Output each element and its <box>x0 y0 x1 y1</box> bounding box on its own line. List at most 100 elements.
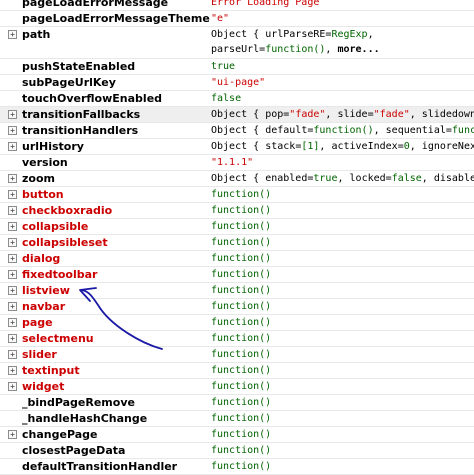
property-row[interactable]: + listview function() <box>0 283 474 299</box>
object-prop-value: function() <box>451 125 474 136</box>
property-value: Object { pop="fade", slide="fade", slide… <box>211 109 474 120</box>
plus-box-icon[interactable]: + <box>8 382 17 391</box>
property-key[interactable]: urlHistory <box>22 139 84 154</box>
property-key[interactable]: dialog <box>22 251 60 266</box>
property-row: subPageUrlKey "ui-page" <box>0 75 474 91</box>
object-prop-key: ignoreNextHashCh <box>421 141 474 152</box>
property-row[interactable]: + transitionHandlers Object { default=func… <box>0 123 474 139</box>
object-prefix: Object { <box>211 173 260 184</box>
property-value: function() <box>211 189 272 200</box>
property-value: "ui-page" <box>211 77 266 88</box>
plus-box-icon[interactable]: + <box>8 318 17 327</box>
object-prefix: Object { <box>211 29 260 40</box>
property-key: version <box>22 156 68 169</box>
plus-box-icon[interactable]: + <box>8 206 17 215</box>
more-link[interactable]: more... <box>337 44 379 55</box>
property-key[interactable]: navbar <box>22 299 65 314</box>
property-row[interactable]: + button function() <box>0 187 474 203</box>
property-key[interactable]: selectmenu <box>22 331 94 346</box>
property-row[interactable]: + zoom Object { enabled=true, locked=false… <box>0 171 474 187</box>
plus-box-icon[interactable]: + <box>8 190 17 199</box>
plus-box-icon[interactable]: + <box>8 126 17 135</box>
property-row[interactable]: + navbar function() <box>0 299 474 315</box>
property-key[interactable]: collapsibleset <box>22 235 108 250</box>
property-row[interactable]: + checkboxradio function() <box>0 203 474 219</box>
property-key[interactable]: zoom <box>22 171 55 186</box>
plus-box-icon[interactable]: + <box>8 238 17 247</box>
object-prop-key: parseUrl <box>211 44 260 55</box>
property-row[interactable]: + path Object { urlParseRE=RegExp, parseUr… <box>0 27 474 59</box>
property-row[interactable]: + slider function() <box>0 347 474 363</box>
property-key[interactable]: transitionFallbacks <box>22 107 140 122</box>
plus-box-icon[interactable]: + <box>8 366 17 375</box>
plus-box-icon[interactable]: + <box>8 334 17 343</box>
property-key: pushStateEnabled <box>22 60 136 73</box>
property-row[interactable]: + page function() <box>0 315 474 331</box>
object-prefix: Object { <box>211 141 260 152</box>
property-row[interactable]: + transitionFallbacks Object { pop="fade",… <box>0 107 474 123</box>
object-prop-key: slidedown <box>421 109 474 120</box>
property-value: false <box>211 93 242 104</box>
property-value: function() <box>211 381 272 392</box>
property-value: Object { default=function(), sequential=… <box>211 123 474 138</box>
property-key[interactable]: transitionHandlers <box>22 123 138 138</box>
property-row[interactable]: + changePage function() <box>0 427 474 443</box>
property-value: function() <box>211 253 272 264</box>
property-key: _handleHashChange <box>22 412 148 425</box>
property-row[interactable]: + collapsible function() <box>0 219 474 235</box>
property-row: pushStateEnabled true <box>0 59 474 75</box>
plus-box-icon[interactable]: + <box>8 302 17 311</box>
property-row[interactable]: + dialog function() <box>0 251 474 267</box>
object-prop-value: 0 <box>403 141 410 152</box>
property-key[interactable]: widget <box>22 379 64 394</box>
property-row: pageLoadErrorMessage Error Loading Page <box>0 0 474 11</box>
property-row[interactable]: + fixedtoolbar function() <box>0 267 474 283</box>
plus-box-icon[interactable]: + <box>8 222 17 231</box>
property-key[interactable]: fixedtoolbar <box>22 267 97 282</box>
object-prop-key: sequential <box>385 125 446 136</box>
plus-box-icon[interactable]: + <box>8 142 17 151</box>
plus-box-icon[interactable]: + <box>8 174 17 183</box>
object-prop-key: enabled <box>265 173 308 184</box>
property-key: pageLoadErrorMessage <box>22 0 169 9</box>
property-value: Error Loading Page <box>211 0 320 8</box>
property-row[interactable]: + urlHistory Object { stack=[1], activeInd… <box>0 139 474 155</box>
plus-box-icon[interactable]: + <box>8 286 17 295</box>
property-value: Object { urlParseRE=RegExp, parseUrl=fun… <box>211 29 380 55</box>
object-prop-key: locked <box>349 173 386 184</box>
property-key: closestPageData <box>22 444 126 457</box>
plus-box-icon[interactable]: + <box>8 350 17 359</box>
property-value: Object { stack=[1], activeIndex=0, ignor… <box>211 139 474 154</box>
property-value: function() <box>211 461 272 472</box>
property-key[interactable]: slider <box>22 347 57 362</box>
property-value: function() <box>211 333 272 344</box>
property-row[interactable]: + textinput function() <box>0 363 474 379</box>
object-prop-key: slide <box>337 109 368 120</box>
property-value: function() <box>211 269 272 280</box>
property-key[interactable]: page <box>22 315 53 330</box>
property-key[interactable]: textinput <box>22 363 80 378</box>
property-key[interactable]: button <box>22 187 64 202</box>
property-key: defaultTransitionHandler <box>22 460 178 473</box>
plus-box-icon[interactable]: + <box>8 254 17 263</box>
plus-box-icon[interactable]: + <box>8 30 17 39</box>
plus-box-icon[interactable]: + <box>8 270 17 279</box>
property-row: version "1.1.1" <box>0 155 474 171</box>
property-key[interactable]: collapsible <box>22 219 88 234</box>
property-key[interactable]: checkboxradio <box>22 203 112 218</box>
property-value: function() <box>211 397 272 408</box>
property-row: defaultTransitionHandler function() <box>0 459 474 475</box>
property-row[interactable]: + widget function() <box>0 379 474 395</box>
object-prefix: Object { <box>211 109 260 120</box>
plus-box-icon[interactable]: + <box>8 110 17 119</box>
property-row[interactable]: + collapsibleset function() <box>0 235 474 251</box>
property-value: "e" <box>211 13 230 24</box>
property-key[interactable]: listview <box>22 283 70 298</box>
object-prop-key: default <box>265 125 308 136</box>
object-prop-value: RegExp <box>331 29 368 40</box>
property-value: function() <box>211 445 272 456</box>
property-key[interactable]: path <box>22 27 50 42</box>
property-row[interactable]: + selectmenu function() <box>0 331 474 347</box>
property-key[interactable]: changePage <box>22 427 97 442</box>
plus-box-icon[interactable]: + <box>8 430 17 439</box>
